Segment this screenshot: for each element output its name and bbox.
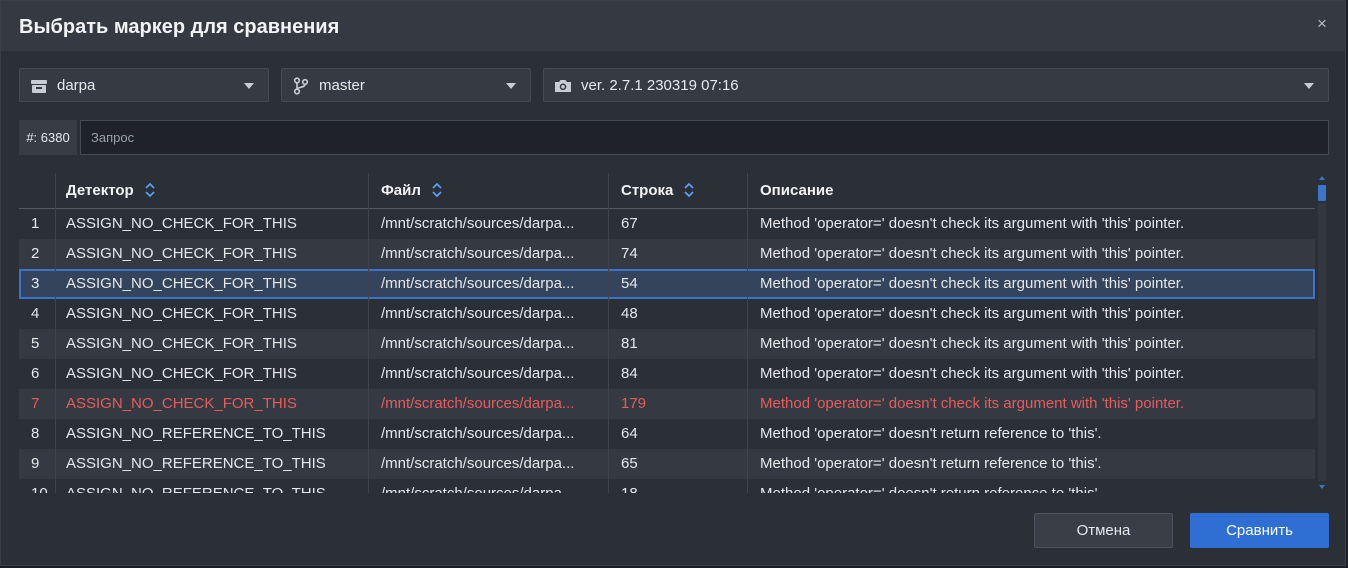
column-header-detector[interactable]: Детектор	[55, 173, 368, 209]
markers-table: Детектор Файл Строка Описание 1 ASSIGN_N…	[19, 173, 1329, 493]
file-cell: /mnt/scratch/sources/darpa...	[368, 449, 608, 479]
version-value: ver. 2.7.1 230319 07:16	[581, 77, 739, 94]
table-row[interactable]: 5 ASSIGN_NO_CHECK_FOR_THIS /mnt/scratch/…	[19, 329, 1315, 359]
table-row[interactable]: 2 ASSIGN_NO_CHECK_FOR_THIS /mnt/scratch/…	[19, 239, 1315, 269]
close-icon[interactable]: ×	[1313, 15, 1331, 33]
column-header-label: Файл	[381, 182, 421, 199]
detector-cell: ASSIGN_NO_CHECK_FOR_THIS	[55, 329, 368, 359]
line-cell: 18	[608, 479, 747, 493]
chevron-down-icon	[506, 83, 516, 89]
column-header-label: Строка	[621, 182, 674, 199]
row-number: 5	[31, 335, 40, 352]
sort-icon[interactable]	[683, 182, 695, 198]
detector-cell: ASSIGN_NO_CHECK_FOR_THIS	[55, 389, 368, 419]
detector-cell: ASSIGN_NO_CHECK_FOR_THIS	[55, 269, 368, 299]
table-row-highlighted[interactable]: 7 ASSIGN_NO_CHECK_FOR_THIS /mnt/scratch/…	[19, 389, 1315, 419]
detector-cell: ASSIGN_NO_REFERENCE_TO_THIS	[55, 419, 368, 449]
description-cell: Method 'operator=' doesn't return refere…	[747, 479, 1315, 493]
row-number: 7	[31, 395, 40, 412]
file-cell: /mnt/scratch/sources/darpa...	[368, 239, 608, 269]
table-row[interactable]: 1 ASSIGN_NO_CHECK_FOR_THIS /mnt/scratch/…	[19, 209, 1315, 239]
chevron-down-icon	[244, 83, 254, 89]
dialog-titlebar: Выбрать маркер для сравнения ×	[1, 1, 1345, 51]
cancel-button[interactable]: Отмена	[1034, 513, 1173, 548]
scroll-up-icon[interactable]	[1319, 176, 1325, 180]
line-cell: 48	[608, 299, 747, 329]
description-cell: Method 'operator=' doesn't check its arg…	[747, 209, 1315, 239]
column-header-description: Описание	[747, 173, 1315, 209]
dialog-title: Выбрать маркер для сравнения	[19, 16, 340, 38]
row-number: 8	[31, 425, 40, 442]
detector-cell: ASSIGN_NO_REFERENCE_TO_THIS	[55, 479, 368, 493]
line-cell: 64	[608, 419, 747, 449]
line-cell: 67	[608, 209, 747, 239]
detector-cell: ASSIGN_NO_CHECK_FOR_THIS	[55, 359, 368, 389]
line-cell: 81	[608, 329, 747, 359]
line-cell: 84	[608, 359, 747, 389]
table-row-selected[interactable]: 3 ASSIGN_NO_CHECK_FOR_THIS /mnt/scratch/…	[19, 269, 1315, 299]
description-cell: Method 'operator=' doesn't check its arg…	[747, 299, 1315, 329]
query-input[interactable]	[80, 120, 1329, 155]
row-number: 4	[31, 305, 40, 322]
project-value: darpa	[57, 77, 96, 94]
description-cell: Method 'operator=' doesn't return refere…	[747, 419, 1315, 449]
version-select[interactable]: ver. 2.7.1 230319 07:16	[543, 68, 1329, 102]
description-cell: Method 'operator=' doesn't check its arg…	[747, 269, 1315, 299]
description-cell: Method 'operator=' doesn't return refere…	[747, 449, 1315, 479]
file-cell: /mnt/scratch/sources/darpa...	[368, 359, 608, 389]
chevron-down-icon	[1304, 83, 1314, 89]
description-cell: Method 'operator=' doesn't check its arg…	[747, 389, 1315, 419]
description-cell: Method 'operator=' doesn't check its arg…	[747, 329, 1315, 359]
row-number: 10	[19, 479, 55, 493]
scroll-down-icon[interactable]	[1319, 485, 1325, 489]
column-header-label: Детектор	[66, 182, 134, 199]
file-cell: /mnt/scratch/sources/darpa...	[368, 209, 608, 239]
git-branch-icon	[293, 77, 309, 95]
row-number: 2	[31, 245, 40, 262]
column-header-file[interactable]: Файл	[368, 173, 608, 209]
camera-icon	[555, 80, 571, 92]
file-cell: /mnt/scratch/sources/darpa...	[368, 419, 608, 449]
column-header-line[interactable]: Строка	[608, 173, 747, 209]
line-cell: 179	[608, 389, 747, 419]
file-cell: /mnt/scratch/sources/darpa...	[368, 299, 608, 329]
project-select[interactable]: darpa	[19, 68, 269, 102]
row-number: 1	[31, 215, 40, 232]
row-number: 9	[31, 455, 40, 472]
detector-cell: ASSIGN_NO_CHECK_FOR_THIS	[55, 209, 368, 239]
detector-cell: ASSIGN_NO_REFERENCE_TO_THIS	[55, 449, 368, 479]
sort-icon[interactable]	[431, 182, 443, 198]
row-number: 6	[31, 365, 40, 382]
line-cell: 74	[608, 239, 747, 269]
column-header-index	[19, 173, 55, 209]
marker-id-badge: #: 6380	[19, 120, 77, 155]
branch-select[interactable]: master	[281, 68, 531, 102]
table-row[interactable]: 6 ASSIGN_NO_CHECK_FOR_THIS /mnt/scratch/…	[19, 359, 1315, 389]
table-row[interactable]: 4 ASSIGN_NO_CHECK_FOR_THIS /mnt/scratch/…	[19, 299, 1315, 329]
column-header-label: Описание	[760, 182, 834, 199]
compare-button[interactable]: Сравнить	[1190, 513, 1329, 548]
file-cell: /mnt/scratch/sources/darpa...	[368, 479, 608, 493]
scroll-track[interactable]	[1318, 203, 1326, 481]
file-cell: /mnt/scratch/sources/darpa...	[368, 269, 608, 299]
line-cell: 65	[608, 449, 747, 479]
archive-icon	[31, 80, 47, 93]
branch-value: master	[319, 77, 365, 94]
compare-marker-dialog: Выбрать маркер для сравнения × darpa mas…	[0, 0, 1346, 566]
detector-cell: ASSIGN_NO_CHECK_FOR_THIS	[55, 299, 368, 329]
table-row[interactable]: 9 ASSIGN_NO_REFERENCE_TO_THIS /mnt/scrat…	[19, 449, 1315, 479]
description-cell: Method 'operator=' doesn't check its arg…	[747, 239, 1315, 269]
detector-cell: ASSIGN_NO_CHECK_FOR_THIS	[55, 239, 368, 269]
row-number: 3	[31, 275, 40, 292]
table-scrollbar[interactable]	[1317, 173, 1327, 493]
file-cell: /mnt/scratch/sources/darpa...	[368, 389, 608, 419]
table-row[interactable]: 10 ASSIGN_NO_REFERENCE_TO_THIS /mnt/scra…	[19, 479, 1315, 493]
sort-icon[interactable]	[144, 182, 156, 198]
description-cell: Method 'operator=' doesn't check its arg…	[747, 359, 1315, 389]
line-cell: 54	[608, 269, 747, 299]
scroll-thumb[interactable]	[1318, 185, 1326, 201]
table-row[interactable]: 8 ASSIGN_NO_REFERENCE_TO_THIS /mnt/scrat…	[19, 419, 1315, 449]
table-header: Детектор Файл Строка Описание	[19, 173, 1315, 209]
file-cell: /mnt/scratch/sources/darpa...	[368, 329, 608, 359]
